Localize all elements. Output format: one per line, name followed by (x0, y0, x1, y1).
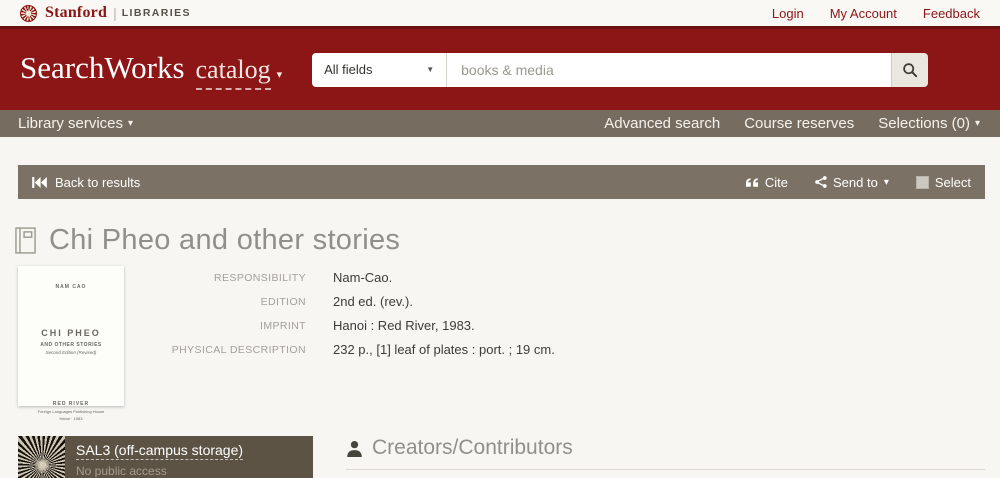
search-icon (902, 62, 918, 78)
advanced-search-link[interactable]: Advanced search (604, 115, 720, 132)
search-field-selected: All fields (324, 62, 373, 77)
field-label: PHYSICAL DESCRIPTION (171, 344, 306, 356)
book-icon (15, 227, 36, 254)
stanford-wordmark[interactable]: Stanford (45, 4, 107, 22)
my-account-link[interactable]: My Account (830, 6, 897, 21)
caret-down-icon: ▾ (974, 118, 980, 129)
person-icon (346, 440, 363, 457)
field-label: EDITION (260, 296, 306, 308)
record-toolbar: Back to results Cite Send to ▾ Select (18, 165, 985, 199)
field-value: 232 p., [1] leaf of plates : port. ; 19 … (333, 342, 555, 357)
toolbar-actions: Cite Send to ▾ Select (745, 175, 971, 190)
select-checkbox[interactable] (915, 175, 929, 189)
send-to-label: Send to (833, 174, 878, 190)
record-title-row: Chi Pheo and other stories (15, 224, 985, 257)
course-reserves-link[interactable]: Course reserves (744, 115, 854, 132)
cite-label: Cite (764, 174, 788, 190)
utility-links: Login My Account Feedback (772, 6, 980, 21)
sal3-photo-thumbnail (18, 436, 65, 478)
location-text: SAL3 (off-campus storage) No public acce… (65, 436, 254, 478)
caret-down-icon: ▾ (276, 68, 283, 81)
cover-publisher-place: Hanoi · 1983 (59, 416, 83, 421)
creators-heading: Creators/Contributors (372, 436, 573, 459)
share-icon (815, 176, 827, 188)
send-to-button[interactable]: Send to ▾ (815, 175, 889, 190)
back-to-results-label: Back to results (55, 174, 141, 190)
location-name-link[interactable]: SAL3 (off-campus storage) (76, 442, 244, 460)
library-services-menu[interactable]: Library services ▾ (18, 115, 133, 132)
searchworks-title: SearchWorks (20, 49, 185, 85)
select-label: Select (934, 174, 971, 190)
searchworks-brand[interactable]: SearchWorks catalog ▾ (20, 50, 282, 90)
creators-section: Creators/Contributors AUTHOR/CREATOR (346, 436, 985, 478)
cover-publisher-detail: Foreign Languages Publishing House (37, 409, 105, 414)
record-title: Chi Pheo and other stories (49, 224, 401, 256)
cite-button[interactable]: Cite (745, 175, 788, 190)
field-label: RESPONSIBILITY (214, 272, 306, 284)
back-to-results-button[interactable]: Back to results (32, 175, 140, 190)
record-main: NAM CAO CHI PHEO AND OTHER STORIES Secon… (18, 266, 985, 421)
course-reserves-label: Course reserves (744, 115, 855, 132)
selections-menu[interactable]: Selections (0) ▾ (878, 115, 980, 132)
caret-down-icon: ▾ (883, 176, 889, 188)
caret-down-icon: ▾ (128, 118, 134, 129)
select-caret-icon: ▼ (426, 65, 435, 74)
field-label: IMPRINT (260, 320, 306, 332)
advanced-search-label: Advanced search (604, 115, 721, 132)
login-link[interactable]: Login (772, 6, 804, 21)
navbar-right: Advanced search Course reserves Selectio… (604, 115, 980, 132)
selections-label: Selections (0) (878, 115, 970, 132)
record-page: Back to results Cite Send to ▾ Select Ch… (0, 165, 1000, 478)
creators-heading-row: Creators/Contributors (346, 436, 985, 470)
location-card[interactable]: SAL3 (off-campus storage) No public acce… (18, 436, 313, 478)
field-value: 2nd ed. (rev.). (333, 294, 413, 309)
bottom-row: SAL3 (off-campus storage) No public acce… (18, 436, 985, 478)
cover-title: CHI PHEO (41, 328, 101, 338)
top-utility-bar: Stanford | LIBRARIES Login My Account Fe… (0, 0, 1000, 26)
feedback-link[interactable]: Feedback (923, 6, 980, 21)
main-navbar: Library services ▾ Advanced search Cours… (0, 110, 1000, 137)
masthead: SearchWorks catalog ▾ All fields ▼ (0, 26, 1000, 110)
catalog-dropdown-label[interactable]: catalog (195, 55, 271, 90)
cover-subtitle: AND OTHER STORIES (40, 342, 102, 348)
search-field-select[interactable]: All fields ▼ (312, 52, 448, 87)
libraries-wordmark[interactable]: LIBRARIES (122, 7, 191, 19)
brand-divider: | (113, 5, 117, 21)
skip-back-icon (32, 176, 47, 188)
cover-author: NAM CAO (55, 284, 87, 290)
stanford-seal-icon (20, 4, 37, 22)
book-cover-thumbnail[interactable]: NAM CAO CHI PHEO AND OTHER STORIES Secon… (18, 266, 124, 421)
search-bar: All fields ▼ (312, 52, 929, 87)
cover-edition: Second Edition (Revised) (45, 350, 97, 355)
search-input[interactable] (447, 52, 892, 87)
quote-icon (745, 177, 759, 188)
field-value: Hanoi : Red River, 1983. (333, 318, 475, 333)
location-access-note: No public access (76, 464, 167, 478)
field-value: Nam-Cao. (333, 270, 393, 285)
record-metadata: RESPONSIBILITY Nam-Cao. EDITION 2nd ed. … (124, 270, 555, 406)
select-toggle[interactable]: Select (915, 174, 971, 190)
library-services-label: Library services (18, 115, 124, 132)
search-button[interactable] (891, 52, 929, 87)
cover-publisher: RED RIVER (52, 401, 90, 407)
